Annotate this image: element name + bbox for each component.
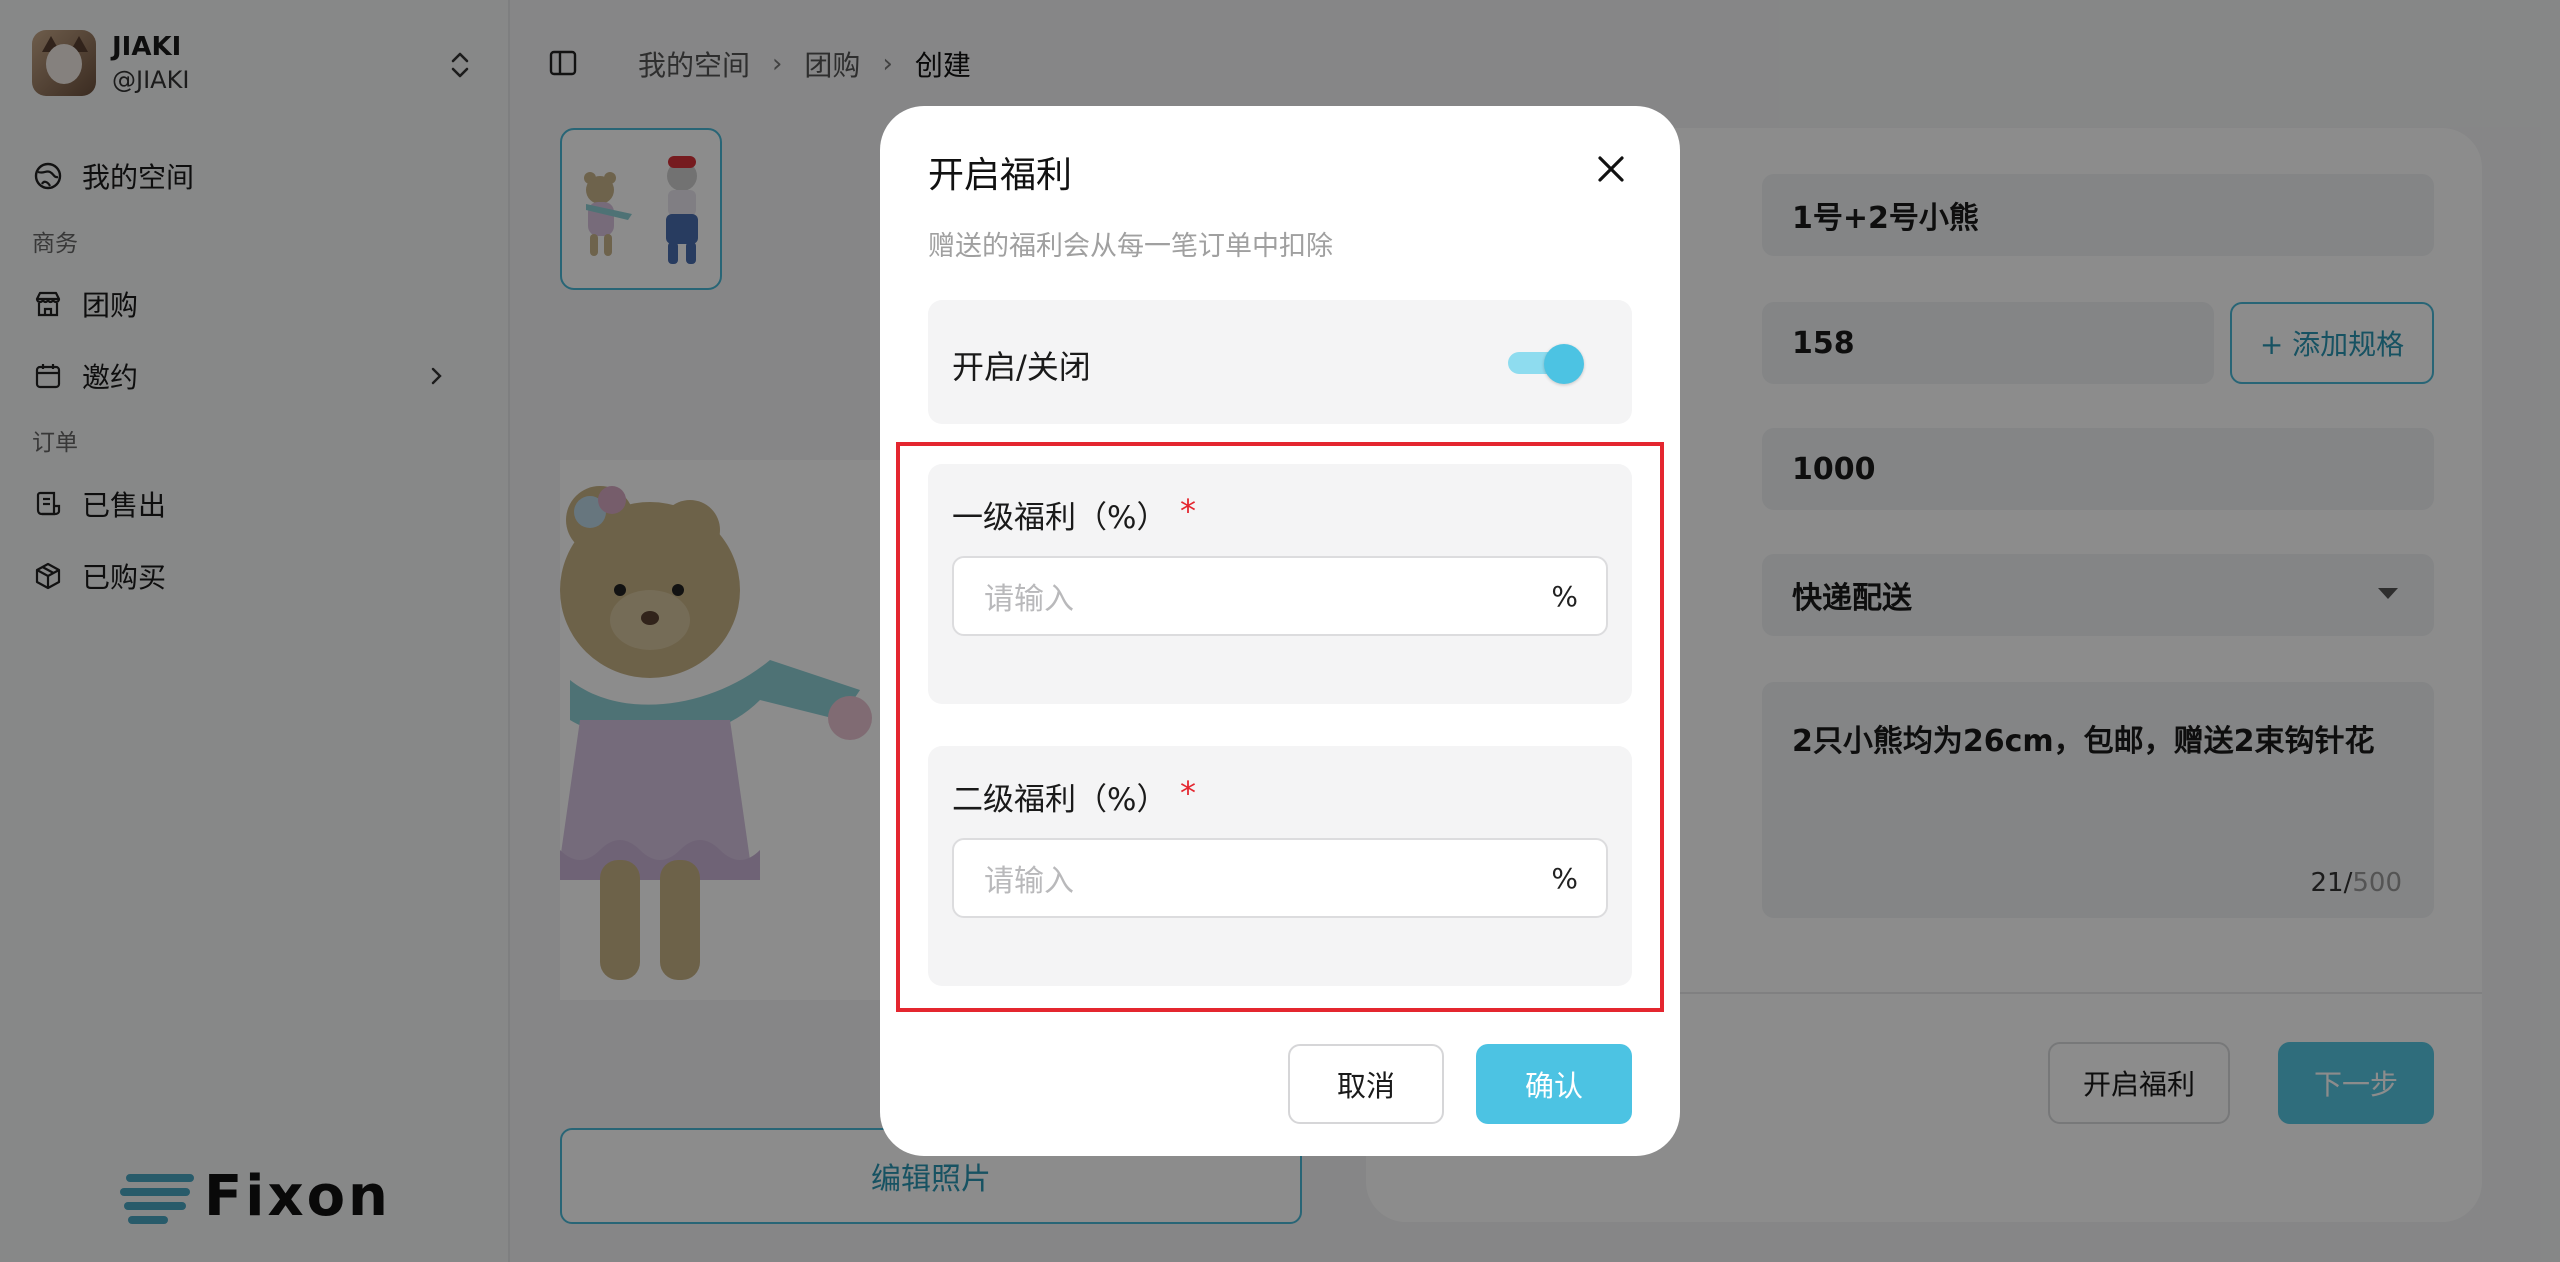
modal-title: 开启福利 — [928, 155, 1073, 196]
level1-placeholder: 请输入 — [984, 582, 1074, 617]
welfare-toggle-switch[interactable] — [1508, 344, 1584, 384]
welfare-modal: 开启福利 赠送的福利会从每一笔订单中扣除 开启/关闭 一级福利（%） * 请输入… — [880, 106, 1680, 1156]
level1-label: 一级福利（%） — [952, 500, 1168, 536]
level1-input[interactable]: 请输入 % — [952, 556, 1608, 636]
level1-welfare-group: 一级福利（%） * 请输入 % — [928, 464, 1632, 704]
welfare-toggle-row: 开启/关闭 — [928, 300, 1632, 424]
level2-welfare-group: 二级福利（%） * 请输入 % — [928, 746, 1632, 986]
required-mark: * — [1180, 774, 1196, 812]
level2-placeholder: 请输入 — [984, 864, 1074, 899]
confirm-button[interactable]: 确认 — [1476, 1044, 1632, 1124]
close-icon[interactable] — [1592, 150, 1630, 188]
cancel-button[interactable]: 取消 — [1288, 1044, 1444, 1124]
percent-unit: % — [1551, 580, 1578, 613]
modal-subtitle: 赠送的福利会从每一笔订单中扣除 — [928, 231, 1333, 262]
level2-input[interactable]: 请输入 % — [952, 838, 1608, 918]
level2-label: 二级福利（%） — [952, 782, 1168, 818]
required-mark: * — [1180, 492, 1196, 530]
toggle-label: 开启/关闭 — [952, 348, 1091, 386]
percent-unit: % — [1551, 862, 1578, 895]
